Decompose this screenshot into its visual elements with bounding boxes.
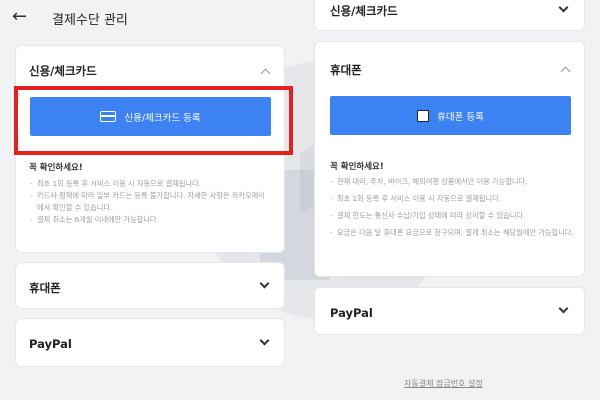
notice-item: 요금은 다음 달 휴대폰 요금으로 청구되며, 결제 취소는 해당월에만 가능합… (330, 227, 575, 238)
notice-title: 꼭 확인하세요! (29, 163, 83, 173)
notice-list: 최초 1회 등록 후 서비스 이용 시 자동으로 결제됩니다. 카드사 정책에 … (30, 178, 268, 226)
phone-section-expanded: 휴대폰 휴대폰 등록 꼭 확인하세요! 현재 대리, 주차, 바이크, 해외여행… (314, 41, 585, 277)
notice-item: 최초 1회 등록 후 서비스 이용 시 자동으로 결제됩니다. (330, 193, 575, 204)
page-title: 결제수단 관리 (52, 13, 128, 28)
paypal-section-title: PayPal (29, 337, 72, 351)
notice-list: 현재 대리, 주차, 바이크, 해외여행 상품에서만 이용 가능합니다. 최초 … (330, 176, 575, 238)
card-section-title: 신용/체크카드 (330, 4, 398, 18)
card-section-collapsed[interactable]: 신용/체크카드 (314, 0, 585, 31)
phone-section[interactable]: 휴대폰 (15, 262, 285, 309)
chevron-down-icon[interactable] (259, 335, 270, 346)
auto-payment-lock-link[interactable]: 자동결제 잠금번호 설정 (404, 378, 483, 389)
left-screen: ← 결제수단 관리 신용/체크카드 신용/체크카드 등록 꼭 확인하세요! 최초… (0, 0, 300, 400)
notice-item: 결제 취소는 6개월 이내에만 가능합니다. (30, 214, 268, 226)
card-section-title: 신용/체크카드 (29, 64, 97, 78)
register-phone-button-label: 휴대폰 등록 (437, 111, 484, 123)
paypal-section[interactable]: PayPal (15, 318, 285, 367)
notice-item: 카드사 정책에 따라 일부 카드는 등록 불가합니다. 자세한 사항은 카카오페… (30, 190, 268, 214)
paypal-section-title: PayPal (330, 306, 373, 320)
back-arrow-icon[interactable]: ← (12, 8, 27, 26)
phone-icon (417, 109, 430, 122)
notice-item: 최초 1회 등록 후 서비스 이용 시 자동으로 결제됩니다. (30, 178, 268, 190)
phone-section-title: 휴대폰 (29, 281, 61, 295)
chevron-up-icon[interactable] (560, 66, 571, 77)
notice-item: 현재 대리, 주차, 바이크, 해외여행 상품에서만 이용 가능합니다. (330, 176, 575, 187)
register-phone-button[interactable]: 휴대폰 등록 (330, 96, 571, 135)
paypal-section[interactable]: PayPal (314, 287, 585, 335)
chevron-down-icon[interactable] (259, 278, 270, 289)
chevron-down-icon[interactable] (558, 2, 569, 13)
chevron-down-icon[interactable] (558, 303, 569, 314)
page-header: ← 결제수단 관리 (0, 0, 300, 36)
notice-title: 꼭 확인하세요! (330, 162, 384, 172)
notice-item: 결제 한도는 통신사 수납/가입 상태에 따라 상이할 수 있습니다. (330, 210, 575, 221)
phone-section-title: 휴대폰 (330, 63, 362, 77)
chevron-up-icon[interactable] (260, 68, 271, 79)
highlight-box (14, 86, 293, 155)
